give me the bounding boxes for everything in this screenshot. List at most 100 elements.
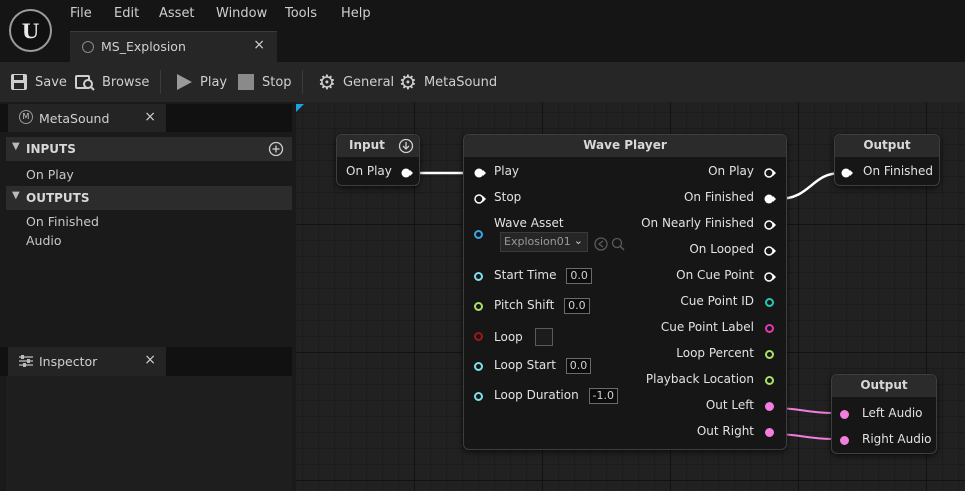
output-item-on-finished[interactable]: On Finished [26, 214, 99, 229]
browse-button[interactable]: Browse [75, 62, 149, 102]
loop-duration-input[interactable]: -1.0 [588, 388, 619, 404]
menu-file[interactable]: File [70, 6, 92, 24]
stop-button[interactable]: Stop [237, 62, 292, 102]
int-pin-icon[interactable] [765, 298, 774, 307]
menu-window[interactable]: Window [216, 6, 267, 24]
float-pin-icon[interactable] [765, 350, 774, 359]
input-node[interactable]: Input On Play [336, 134, 420, 186]
pin-start-time[interactable]: Start Time 0.0 [474, 268, 592, 286]
inspector-panel-tab[interactable]: Inspector × [8, 347, 166, 376]
inputs-section-header[interactable]: ▼ INPUTS [6, 137, 292, 161]
document-tab-close-icon[interactable]: × [253, 37, 265, 53]
output-finished-node-header: Output [835, 135, 939, 157]
play-button[interactable]: Play [175, 62, 227, 102]
float-pin-icon[interactable] [474, 302, 483, 311]
exec-pin-icon[interactable] [764, 193, 776, 205]
sliders-icon [19, 355, 33, 367]
start-time-input[interactable]: 0.0 [566, 268, 592, 284]
inspector-panel-tabbar: Inspector × [0, 347, 292, 376]
document-tab[interactable]: MS_Explosion × [70, 31, 277, 62]
pin-cue-point-label-label: Cue Point Label [660, 320, 754, 334]
inspector-panel-close-icon[interactable]: × [144, 352, 156, 368]
general-settings-button[interactable]: ⚙ General [318, 62, 394, 102]
unreal-logo-icon[interactable]: U [9, 9, 52, 52]
exec-pin-icon[interactable] [841, 167, 853, 179]
wave-asset-dropdown[interactable]: Explosion01 ⌄ [500, 232, 588, 252]
output-pin-left-audio[interactable]: Left Audio [840, 406, 923, 424]
pin-loop-start-label: Loop Start [494, 358, 556, 372]
time-pin-icon[interactable] [474, 362, 483, 371]
pin-wave-asset-label: Wave Asset [494, 216, 564, 230]
output-pin-right-audio[interactable]: Right Audio [840, 432, 932, 450]
save-button[interactable]: Save [10, 62, 67, 102]
time-pin-icon[interactable] [474, 392, 483, 401]
time-pin-icon[interactable] [474, 272, 483, 281]
loop-start-input[interactable]: 0.0 [565, 358, 592, 374]
pin-stop[interactable]: Stop [474, 190, 521, 208]
bool-pin-icon[interactable] [474, 332, 483, 341]
loop-checkbox[interactable] [534, 328, 553, 346]
exec-pin-icon[interactable] [764, 167, 776, 179]
pin-loop-duration[interactable]: Loop Duration -1.0 [474, 388, 619, 406]
pin-cue-point-label[interactable]: Cue Point Label [661, 320, 776, 338]
graph-corner-marker [296, 104, 304, 112]
float-pin-icon[interactable] [765, 376, 774, 385]
output-item-audio[interactable]: Audio [26, 233, 62, 248]
pin-on-looped[interactable]: On Looped [689, 242, 776, 260]
exec-pin-icon[interactable] [474, 167, 486, 179]
pin-on-cue-point-label: On Cue Point [676, 268, 754, 282]
pin-loop-percent[interactable]: Loop Percent [676, 346, 776, 364]
graph-canvas[interactable]: Input On Play Wave Player Play Stop Wave… [296, 102, 965, 491]
add-input-icon[interactable] [268, 141, 284, 157]
pin-playback-location[interactable]: Playback Location [646, 372, 776, 390]
wave-asset-value: Explosion01 [504, 235, 571, 248]
metasound-panel-tab[interactable]: M MetaSound × [8, 104, 166, 132]
input-item-on-play[interactable]: On Play [26, 167, 74, 182]
input-node-pin-on-play[interactable]: On Play [346, 164, 413, 182]
pitch-shift-input[interactable]: 0.0 [564, 298, 590, 314]
browse-label: Browse [102, 74, 150, 90]
pin-out-right[interactable]: Out Right [697, 424, 776, 442]
wave-player-node[interactable]: Wave Player Play Stop Wave Asset Explosi… [463, 134, 787, 450]
string-pin-icon[interactable] [765, 324, 774, 333]
audio-pin-icon[interactable] [840, 436, 849, 445]
pin-on-nearly-finished[interactable]: On Nearly Finished [641, 216, 776, 234]
output-finished-node[interactable]: Output On Finished [834, 134, 940, 186]
menu-tools[interactable]: Tools [285, 6, 317, 24]
pin-on-nearly-finished-label: On Nearly Finished [641, 216, 754, 230]
metasound-settings-button[interactable]: ⚙ MetaSound [399, 62, 497, 102]
exec-pin-icon[interactable] [764, 271, 776, 283]
pin-on-play-out[interactable]: On Play [708, 164, 776, 182]
chevron-down-icon: ⌄ [573, 234, 583, 247]
pin-on-cue-point[interactable]: On Cue Point [676, 268, 776, 286]
exec-pin-icon[interactable] [401, 167, 413, 179]
toolbar-separator [302, 70, 303, 94]
output-pin-left-audio-label: Left Audio [862, 406, 923, 420]
exec-pin-icon[interactable] [764, 245, 776, 257]
output-pin-on-finished[interactable]: On Finished [841, 164, 933, 182]
pin-pitch-shift[interactable]: Pitch Shift 0.0 [474, 298, 590, 316]
pin-loop[interactable]: Loop [474, 328, 553, 346]
pin-on-finished-out[interactable]: On Finished [684, 190, 776, 208]
metasound-panel-close-icon[interactable]: × [144, 109, 156, 125]
pin-loop-start[interactable]: Loop Start 0.0 [474, 358, 592, 376]
pin-start-time-label: Start Time [494, 268, 557, 282]
audio-pin-icon[interactable] [765, 402, 774, 411]
wave-pin-icon[interactable] [474, 230, 483, 239]
output-audio-node[interactable]: Output Left Audio Right Audio [831, 374, 937, 454]
metasound-panel-tabbar: M MetaSound × [0, 104, 292, 132]
outputs-section-header[interactable]: ▼ OUTPUTS [6, 186, 292, 210]
menu-edit[interactable]: Edit [114, 6, 139, 24]
pin-out-left[interactable]: Out Left [706, 398, 776, 416]
pin-on-play-out-label: On Play [708, 164, 754, 178]
metasound-asset-icon [82, 41, 94, 53]
audio-pin-icon[interactable] [840, 410, 849, 419]
pin-stop-label: Stop [494, 190, 522, 204]
pin-cue-point-id[interactable]: Cue Point ID [680, 294, 776, 312]
menu-help[interactable]: Help [341, 6, 371, 24]
menu-asset[interactable]: Asset [159, 6, 195, 24]
audio-pin-icon[interactable] [765, 428, 774, 437]
exec-pin-icon[interactable] [474, 193, 486, 205]
pin-play[interactable]: Play [474, 164, 519, 182]
exec-pin-icon[interactable] [764, 219, 776, 231]
